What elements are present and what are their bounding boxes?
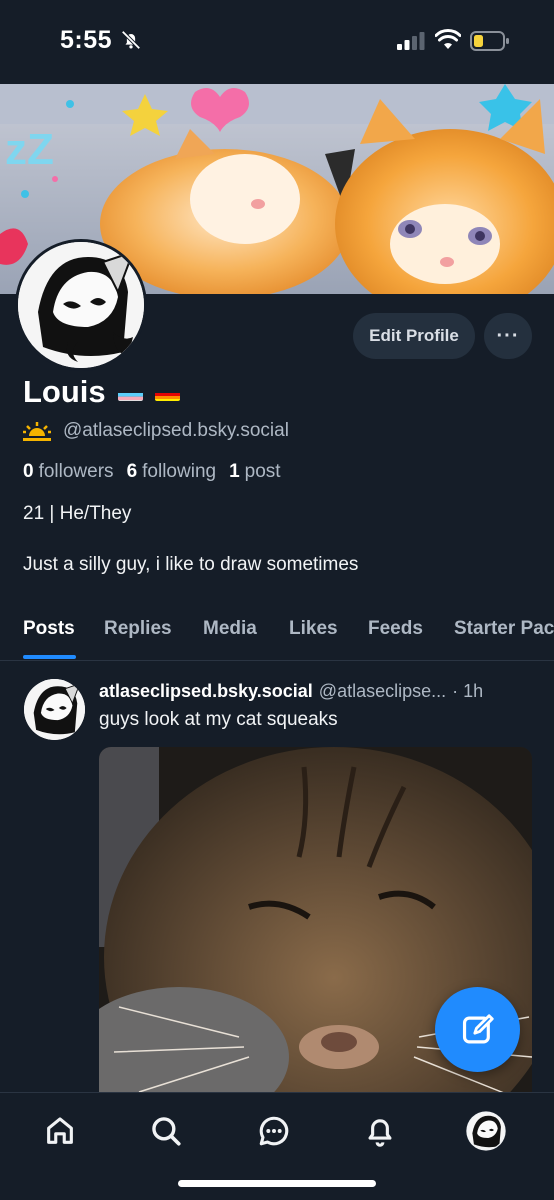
profile-tabs: Posts Replies Media Likes Feeds Starter … — [0, 608, 554, 661]
nav-notifications[interactable] — [360, 1111, 400, 1151]
display-name-row: Louis — [23, 374, 180, 410]
post-author-avatar[interactable] — [24, 679, 85, 740]
wifi-icon — [435, 29, 461, 49]
tab-posts[interactable]: Posts — [23, 618, 75, 640]
status-bar: 5:55 — [0, 0, 554, 84]
profile-stats: 0 followers 6 following 1 post — [23, 461, 289, 483]
avatar-image — [18, 242, 144, 368]
search-icon — [152, 1117, 181, 1146]
posts-count: 1 — [229, 461, 240, 482]
post-text: guys look at my cat squeaks — [99, 709, 338, 730]
post-header: atlaseclipsed.bsky.social @atlaseclipse.… — [99, 681, 483, 702]
following-count: 6 — [126, 461, 138, 482]
nav-home[interactable] — [40, 1111, 80, 1151]
profile-handle: @atlaseclipsed.bsky.social — [63, 420, 289, 441]
profile-avatar — [466, 1111, 506, 1151]
nav-chat[interactable] — [254, 1111, 294, 1151]
home-indicator[interactable] — [178, 1180, 376, 1187]
compose-icon — [462, 1013, 494, 1043]
tab-media[interactable]: Media — [203, 618, 257, 640]
tab-starter-packs[interactable]: Starter Packs — [454, 618, 554, 640]
bio-line-2: Just a silly guy, i like to draw sometim… — [23, 554, 359, 575]
post-author-handle[interactable]: @atlaseclipse... — [319, 681, 446, 702]
post-timestamp: · 1h — [452, 681, 484, 701]
chat-icon — [259, 1116, 289, 1146]
tab-replies[interactable]: Replies — [104, 618, 172, 640]
sunrise-icon — [23, 422, 51, 441]
rainbow-flag-icon — [154, 383, 180, 401]
edit-profile-button[interactable]: Edit Profile — [353, 313, 475, 359]
bio-line-1: 21 | He/They — [23, 503, 132, 524]
active-tab-indicator — [23, 655, 76, 659]
bell-icon — [368, 1119, 392, 1147]
bell-off-icon — [121, 30, 141, 50]
ellipsis-icon: ··· — [496, 324, 520, 347]
post-avatar-image — [24, 679, 85, 740]
status-time: 5:55 — [60, 26, 113, 54]
tab-likes[interactable]: Likes — [289, 618, 338, 640]
nav-profile[interactable] — [466, 1111, 506, 1151]
posts-label: post — [244, 461, 281, 482]
tab-feeds[interactable]: Feeds — [368, 618, 423, 640]
followers-stat[interactable]: 0 followers — [23, 461, 114, 483]
following-label: following — [142, 461, 217, 482]
following-stat[interactable]: 6 following — [127, 461, 217, 483]
posts-stat: 1 post — [229, 461, 281, 483]
transgender-flag-icon — [117, 383, 143, 401]
battery-icon — [470, 31, 509, 51]
followers-count: 0 — [23, 461, 34, 482]
profile-avatar[interactable] — [15, 239, 147, 371]
post-author-name[interactable]: atlaseclipsed.bsky.social — [99, 681, 313, 702]
handle-row: @atlaseclipsed.bsky.social — [23, 420, 289, 442]
followers-label: followers — [38, 461, 114, 482]
more-options-button[interactable]: ··· — [484, 313, 532, 359]
nav-search[interactable] — [146, 1111, 186, 1151]
signal-icon — [397, 32, 425, 50]
display-name: Louis — [23, 374, 106, 409]
compose-post-button[interactable] — [435, 987, 520, 1072]
svg-text:zZ: zZ — [5, 125, 54, 174]
home-icon — [47, 1117, 73, 1144]
